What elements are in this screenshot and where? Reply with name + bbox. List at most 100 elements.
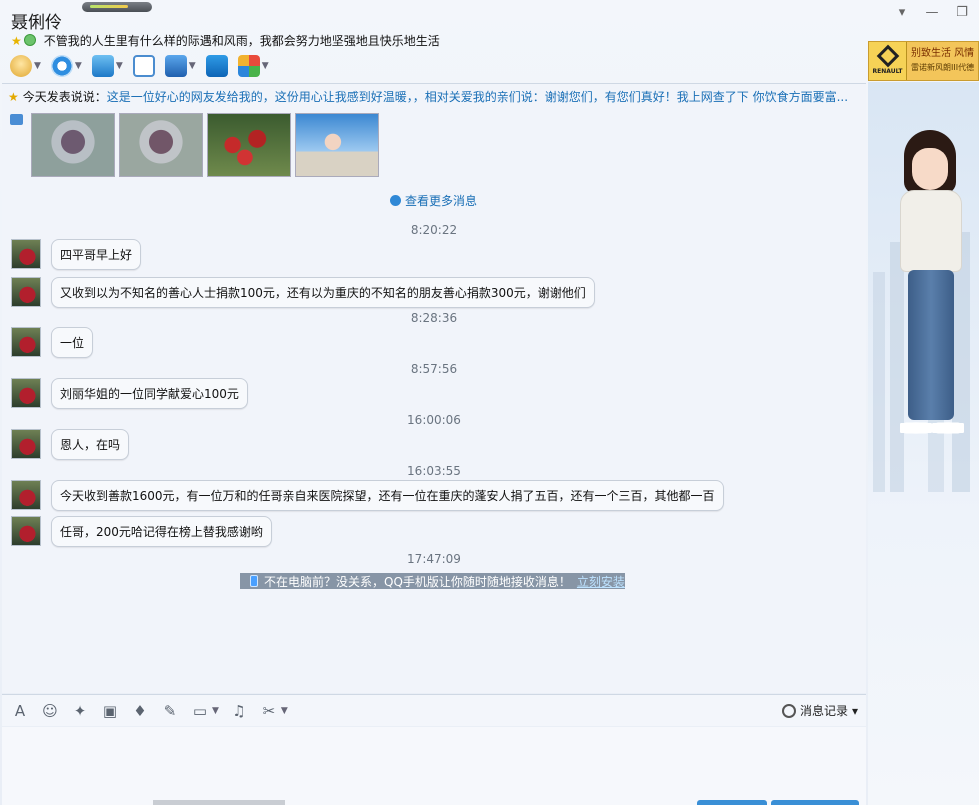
avatar-shirt: [900, 190, 962, 272]
mobile-qq-tip: 不在电脑前？没关系，QQ手机版让你随时随地接收消息！ 立刻安装: [240, 573, 625, 589]
timestamp: 16:00:06: [407, 413, 461, 427]
menu-dropdown-button[interactable]: ▾: [893, 5, 911, 21]
avatar-face: [912, 148, 948, 190]
message-item: 今天收到善款1600元，有一位万和的任哥亲自来医院探望，还有一位在重庆的蓬安人捐…: [11, 480, 724, 511]
remote-desktop-button[interactable]: ▼: [163, 53, 198, 79]
message-bubble: 四平哥早上好: [51, 239, 142, 270]
chevron-down-icon[interactable]: ▼: [281, 706, 288, 716]
star-icon: ★: [11, 33, 22, 48]
maximize-button[interactable]: ❐: [953, 5, 971, 21]
status-strip: [153, 800, 285, 805]
signature-icons: ★: [11, 33, 36, 48]
ad-text: 别致生活 风情 雷诺新风朗III代德: [907, 47, 974, 75]
photo-thumbnail[interactable]: [207, 113, 291, 177]
avatar-shoes: [900, 418, 964, 438]
ad-line-2: 雷诺新风朗III代德: [911, 63, 975, 72]
message-history-button[interactable]: 消息记录 ▾: [781, 702, 858, 719]
message-item: 又收到以为不知名的善心人士捐款100元，还有以为重庆的不知名的朋友善心捐款300…: [11, 277, 595, 308]
message-bubble: 恩人，在吗: [51, 429, 130, 460]
status-feed[interactable]: ★ 今天发表说说：这是一位好心的网友发给我的，这份用心让我感到好温暖，，相对关爱我…: [8, 88, 864, 105]
close-button[interactable]: [697, 800, 767, 805]
chevron-down-icon[interactable]: ▼: [116, 61, 123, 71]
message-bubble: 刘丽华姐的一位同学献爱心100元: [51, 378, 248, 409]
remote-desktop-icon: [164, 55, 187, 77]
contact-name[interactable]: 聂俐伶: [11, 8, 62, 33]
bubble-icon: [23, 33, 36, 46]
chevron-down-icon[interactable]: ▼: [75, 61, 82, 71]
chat-toolbar: ▼ ▼ ▼ ▼ ▼: [8, 52, 271, 80]
font-icon[interactable]: A: [10, 701, 30, 721]
avatar-jeans: [908, 270, 954, 420]
clock-icon: [390, 195, 401, 206]
timestamp: 16:03:55: [407, 464, 461, 478]
chevron-down-icon[interactable]: ▼: [34, 61, 41, 71]
brand-label: RENAULT: [872, 67, 903, 75]
message-item: 任哥，200元哈记得在榜上替我感谢哟: [11, 516, 272, 547]
message-item: 一位: [11, 327, 94, 358]
phone-icon: [250, 575, 258, 587]
ad-banner[interactable]: RENAULT 别致生活 风情 雷诺新风朗III代德: [868, 41, 979, 81]
send-button[interactable]: [771, 800, 859, 805]
share-screen-button[interactable]: [204, 53, 230, 79]
avatar[interactable]: [11, 516, 41, 546]
microphone-icon: [10, 55, 32, 77]
history-label: 消息记录: [799, 704, 848, 718]
message-bubble: 又收到以为不知名的善心人士捐款100元，还有以为重庆的不知名的朋友善心捐款300…: [51, 277, 595, 308]
status-bar: [82, 2, 152, 12]
chat-header: 聂俐伶 ▾ — ❐ ★ 不管我的人生里有什么样的际遇和风雨，我都会努力地坚强地且…: [0, 0, 979, 82]
chevron-down-icon[interactable]: ▼: [262, 61, 269, 71]
file-transfer-icon: [91, 55, 114, 77]
avatar[interactable]: [11, 327, 41, 357]
message-bubble: 任哥，200元哈记得在榜上替我感谢哟: [51, 516, 272, 547]
timestamp: 8:28:36: [410, 311, 458, 325]
chevron-down-icon[interactable]: ▼: [212, 706, 219, 716]
qq-show-panel[interactable]: [868, 82, 979, 805]
avatar[interactable]: [11, 480, 41, 510]
clock-icon: [781, 703, 796, 718]
avatar[interactable]: [11, 429, 41, 459]
feed-text[interactable]: 这是一位好心的网友发给我的，这份用心让我感到好温暖，，相对关爱我的亲们说：谢谢您…: [107, 90, 848, 104]
screenshot-icon[interactable]: ▣: [100, 701, 120, 721]
photo-strip: [10, 113, 379, 177]
chevron-down-icon: ▾: [851, 703, 858, 718]
signature-row: ★ 不管我的人生里有什么样的际遇和风雨，我都会努力地坚强地且快乐地生活: [11, 32, 440, 49]
install-now-link[interactable]: 立刻安装: [577, 573, 625, 590]
view-more-messages-link[interactable]: 查看更多消息: [390, 192, 477, 209]
camera-icon: [10, 114, 23, 125]
photo-thumbnail[interactable]: [119, 113, 203, 177]
camera-icon: [50, 55, 73, 77]
minimize-button[interactable]: —: [923, 5, 941, 21]
ad-line-1: 别致生活 风情: [911, 48, 975, 59]
chevron-down-icon[interactable]: ▼: [189, 61, 196, 71]
timestamp: 17:47:09: [407, 552, 461, 566]
avatar[interactable]: [11, 277, 41, 307]
apps-grid-icon: [237, 55, 260, 77]
create-discussion-button[interactable]: [131, 53, 157, 79]
image-icon[interactable]: ▭: [190, 701, 210, 721]
avatar[interactable]: [11, 239, 41, 269]
share-screen-icon: [205, 55, 228, 77]
voice-call-button[interactable]: ▼: [8, 53, 43, 79]
message-bubble: 一位: [51, 327, 94, 358]
mobile-tip-text: 不在电脑前？没关系，QQ手机版让你随时随地接收消息！: [264, 574, 571, 589]
add-chat-icon: [132, 55, 155, 77]
emoji-icon[interactable]: ☺: [40, 701, 60, 721]
scissors-icon[interactable]: ✂: [259, 701, 279, 721]
message-input[interactable]: [2, 727, 866, 805]
window-controls: ▾ — ❐: [893, 5, 971, 21]
photo-thumbnail[interactable]: [31, 113, 115, 177]
video-call-button[interactable]: ▼: [49, 53, 84, 79]
avatar[interactable]: [11, 378, 41, 408]
chat-window: 聂俐伶 ▾ — ❐ ★ 不管我的人生里有什么样的际遇和风雨，我都会努力地坚强地且…: [0, 0, 979, 805]
qq-show-avatar[interactable]: [892, 130, 972, 460]
shake-icon[interactable]: ✦: [70, 701, 90, 721]
send-file-button[interactable]: ▼: [90, 53, 125, 79]
photo-thumbnail[interactable]: [295, 113, 379, 177]
message-history[interactable]: ★ 今天发表说说：这是一位好心的网友发给我的，这份用心让我感到好温暖，，相对关爱我…: [2, 83, 866, 693]
contact-signature: 不管我的人生里有什么样的际遇和风雨，我都会努力地坚强地且快乐地生活: [43, 34, 440, 48]
apps-button[interactable]: ▼: [236, 53, 271, 79]
music-icon[interactable]: ♫: [229, 701, 249, 721]
renault-logo: RENAULT: [869, 42, 907, 80]
edit-icon[interactable]: ✎: [160, 701, 180, 721]
voice-icon[interactable]: ♦: [130, 701, 150, 721]
